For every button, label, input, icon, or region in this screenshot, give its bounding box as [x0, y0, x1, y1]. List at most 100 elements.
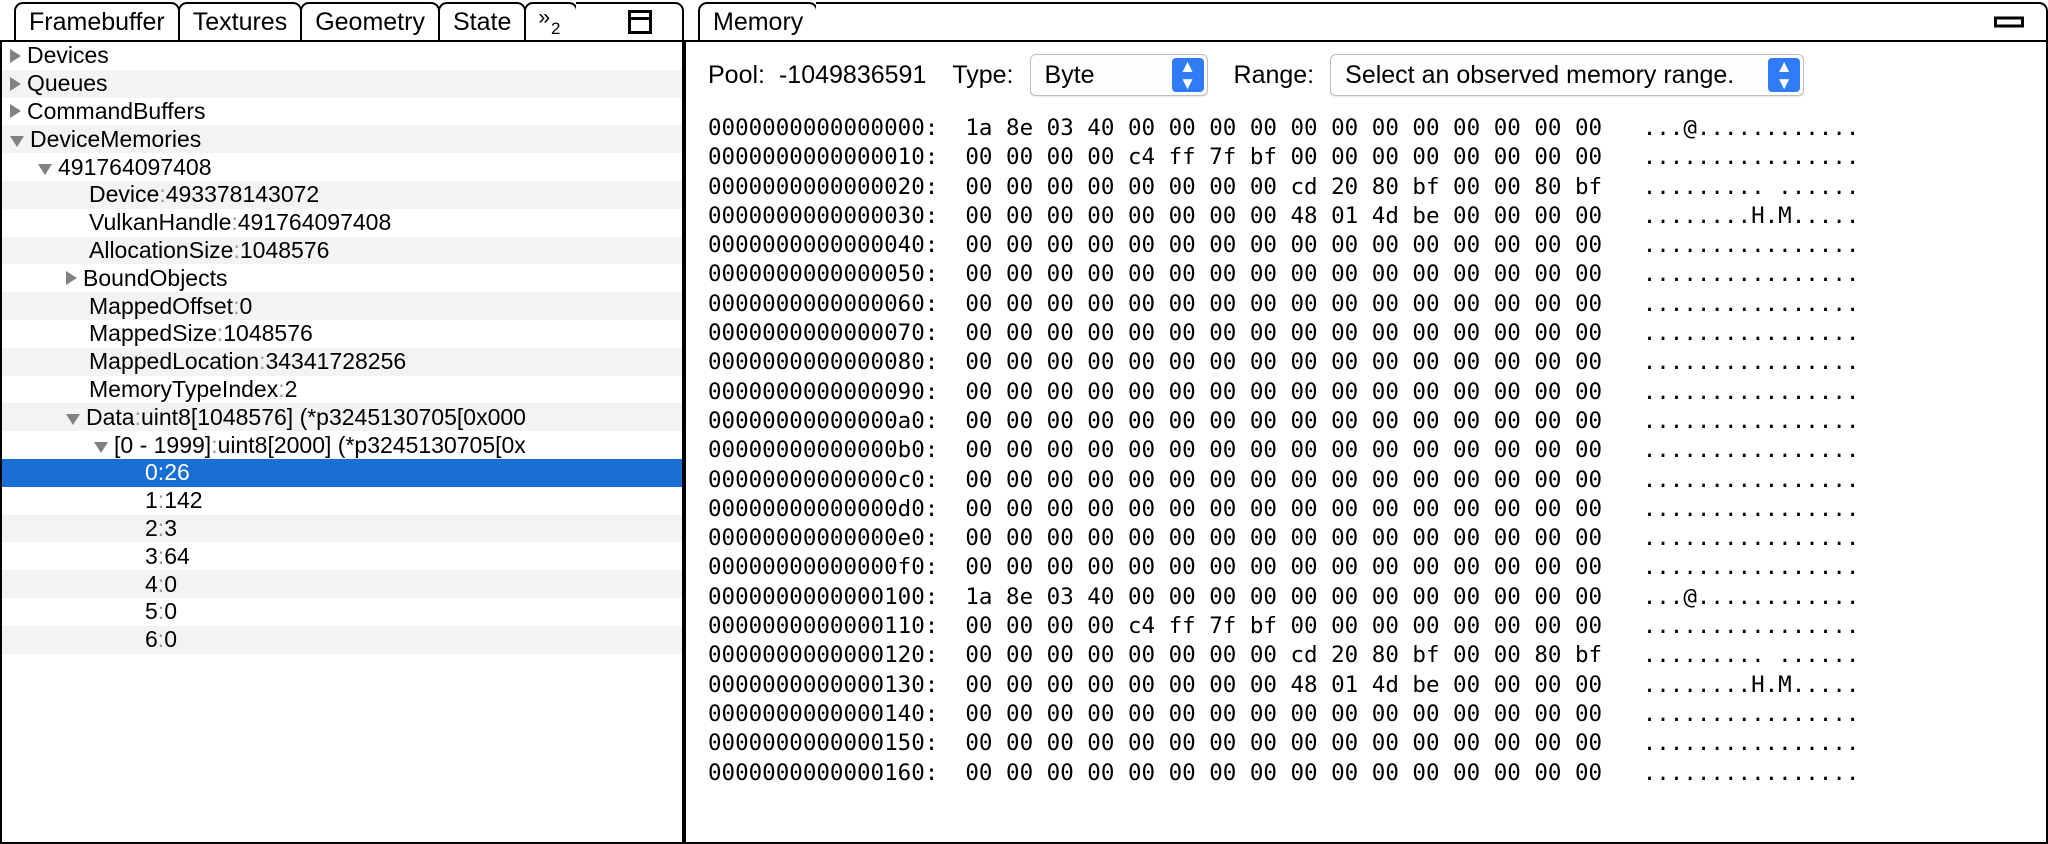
hex-bytes: 00 00 00 00 00 00 00 00 00 00 00 00 00 0… [965, 290, 1603, 317]
tree-row[interactable]: MappedLocation: 34341728256 [2, 347, 682, 376]
hex-gap [1602, 759, 1643, 788]
tree-row[interactable]: [0 - 1999]: uint8[2000] (*p3245130705[0x [2, 431, 682, 459]
tree-row[interactable]: Device: 493378143072 [2, 180, 682, 209]
tree-row[interactable]: MappedSize: 1048576 [2, 319, 682, 348]
hex-offset-colon: : [924, 232, 966, 259]
hex-row[interactable]: 0000000000000140: 00 00 00 00 00 00 00 0… [708, 700, 2046, 729]
tree-row[interactable]: 4: 0 [2, 570, 682, 598]
tree-row[interactable]: 5: 0 [2, 597, 682, 626]
tree-row-value: 64 [164, 542, 190, 569]
tree-row[interactable]: VulkanHandle: 491764097408 [2, 208, 682, 237]
hex-gap [1602, 290, 1643, 319]
hex-bytes: 00 00 00 00 00 00 00 00 00 00 00 00 00 0… [965, 495, 1603, 522]
tree-row[interactable]: DeviceMemories [2, 125, 682, 154]
hex-row[interactable]: 0000000000000150: 00 00 00 00 00 00 00 0… [708, 729, 2046, 758]
tree-row-label: MappedLocation [89, 348, 260, 375]
hex-gap [1602, 378, 1643, 407]
tree-row[interactable]: MappedOffset: 0 [2, 292, 682, 320]
tree-row-label: MappedOffset [89, 292, 234, 319]
pool-label: Pool: [708, 60, 765, 89]
tree-row[interactable]: Devices [2, 42, 682, 70]
tree-row[interactable]: BoundObjects [2, 264, 682, 293]
triangle-down-icon[interactable] [66, 413, 80, 425]
tree-row[interactable]: 0: 26 [2, 458, 682, 487]
hex-row[interactable]: 0000000000000010: 00 00 00 00 c4 ff 7f b… [708, 143, 2046, 172]
tab-framebuffer[interactable]: Framebuffer [14, 2, 180, 40]
hex-dump[interactable]: 0000000000000000: 1a 8e 03 40 00 00 00 0… [686, 108, 2046, 788]
hex-ascii: ................ [1642, 495, 1860, 522]
tree-row-value: 26 [164, 459, 190, 486]
tab-state[interactable]: State [437, 2, 527, 40]
tree-row[interactable]: 6: 0 [2, 625, 682, 654]
hex-row[interactable]: 0000000000000120: 00 00 00 00 00 00 00 0… [708, 641, 2046, 670]
tree-row[interactable]: MemoryTypeIndex: 2 [2, 375, 682, 404]
hex-row[interactable]: 0000000000000160: 00 00 00 00 00 00 00 0… [708, 759, 2046, 788]
hex-row[interactable]: 0000000000000080: 00 00 00 00 00 00 00 0… [708, 348, 2046, 377]
hex-offset-colon: : [924, 759, 966, 786]
hex-row[interactable]: 0000000000000110: 00 00 00 00 c4 ff 7f b… [708, 612, 2046, 641]
tree-row-label: Device [89, 181, 160, 208]
hex-offset-colon: : [924, 378, 966, 405]
tree-row[interactable]: 2: 3 [2, 514, 682, 543]
hex-offset: 0000000000000000 [708, 115, 925, 141]
tree-row[interactable]: Queues [2, 69, 682, 98]
triangle-down-icon[interactable] [94, 441, 108, 453]
triangle-right-icon[interactable] [10, 104, 21, 119]
hex-offset-colon: : [924, 730, 966, 757]
tab-geometry[interactable]: Geometry [300, 2, 440, 40]
hex-gap [1602, 173, 1643, 202]
hex-row[interactable]: 0000000000000070: 00 00 00 00 00 00 00 0… [708, 319, 2046, 348]
hex-bytes: 1a 8e 03 40 00 00 00 00 00 00 00 00 00 0… [965, 583, 1603, 610]
tab-memory[interactable]: Memory [698, 2, 819, 40]
hex-row[interactable]: 0000000000000100: 1a 8e 03 40 00 00 00 0… [708, 583, 2046, 612]
hex-row[interactable]: 0000000000000130: 00 00 00 00 00 00 00 0… [708, 671, 2046, 700]
hex-row[interactable]: 00000000000000a0: 00 00 00 00 00 00 00 0… [708, 407, 2046, 436]
triangle-down-icon[interactable] [10, 135, 24, 147]
range-select[interactable]: Select an observed memory range. ▲ ▼ [1330, 54, 1805, 96]
minimize-icon[interactable] [1994, 16, 2024, 28]
memory-panel: Memory Pool: -1049836591 Type: Byte ▲ ▼ R… [684, 0, 2048, 844]
hex-ascii: ......... ...... [1642, 642, 1860, 669]
hex-row[interactable]: 0000000000000050: 00 00 00 00 00 00 00 0… [708, 260, 2046, 289]
hex-row[interactable]: 00000000000000e0: 00 00 00 00 00 00 00 0… [708, 524, 2046, 553]
hex-row[interactable]: 0000000000000040: 00 00 00 00 00 00 00 0… [708, 231, 2046, 260]
memory-toolbar: Pool: -1049836591 Type: Byte ▲ ▼ Range: S… [686, 42, 2046, 108]
hex-row[interactable]: 0000000000000060: 00 00 00 00 00 00 00 0… [708, 290, 2046, 319]
triangle-right-icon[interactable] [10, 48, 21, 63]
stepper-icon[interactable]: ▲ ▼ [1171, 58, 1204, 92]
triangle-down-icon[interactable] [38, 163, 52, 175]
restore-icon[interactable] [628, 10, 652, 34]
tab-overflow-button[interactable]: » 2 [524, 2, 579, 40]
triangle-right-icon[interactable] [66, 271, 77, 286]
hex-offset: 00000000000000e0 [708, 525, 925, 552]
tree-row[interactable]: 3: 64 [2, 542, 682, 571]
state-tree[interactable]: Devices Queues CommandBuffers DeviceMemorie… [2, 42, 682, 842]
hex-row[interactable]: 00000000000000f0: 00 00 00 00 00 00 00 0… [708, 553, 2046, 582]
tree-row-label: Data [86, 403, 135, 430]
hex-row[interactable]: 0000000000000000: 1a 8e 03 40 00 00 00 0… [708, 114, 2046, 143]
tree-row[interactable]: 491764097408 [2, 153, 682, 181]
hex-row[interactable]: 00000000000000c0: 00 00 00 00 00 00 00 0… [708, 466, 2046, 495]
hex-row[interactable]: 00000000000000d0: 00 00 00 00 00 00 00 0… [708, 495, 2046, 524]
tree-row[interactable]: 1: 142 [2, 486, 682, 515]
tab-textures[interactable]: Textures [177, 2, 303, 40]
hex-row[interactable]: 0000000000000020: 00 00 00 00 00 00 00 0… [708, 173, 2046, 202]
stepper-icon[interactable]: ▲ ▼ [1768, 58, 1801, 92]
hex-row[interactable]: 0000000000000090: 00 00 00 00 00 00 00 0… [708, 378, 2046, 407]
tree-row-value: 0 [239, 292, 253, 319]
hex-row[interactable]: 00000000000000b0: 00 00 00 00 00 00 00 0… [708, 436, 2046, 465]
hex-bytes: 00 00 00 00 00 00 00 00 00 00 00 00 00 0… [965, 759, 1603, 786]
tree-row[interactable]: CommandBuffers [2, 97, 682, 126]
left-tabbar-filler [576, 2, 684, 40]
triangle-right-icon[interactable] [10, 76, 21, 91]
pool-value: -1049836591 [778, 60, 927, 89]
type-select[interactable]: Byte ▲ ▼ [1029, 54, 1208, 96]
tree-row[interactable]: Data: uint8[1048576] (*p3245130705[0x000 [2, 403, 682, 432]
hex-row[interactable]: 0000000000000030: 00 00 00 00 00 00 00 0… [708, 202, 2046, 231]
hex-offset-colon: : [924, 525, 966, 552]
tree-row-label: 1 [145, 487, 158, 514]
tree-row[interactable]: AllocationSize: 1048576 [2, 236, 682, 265]
hex-offset-colon: : [924, 407, 966, 434]
